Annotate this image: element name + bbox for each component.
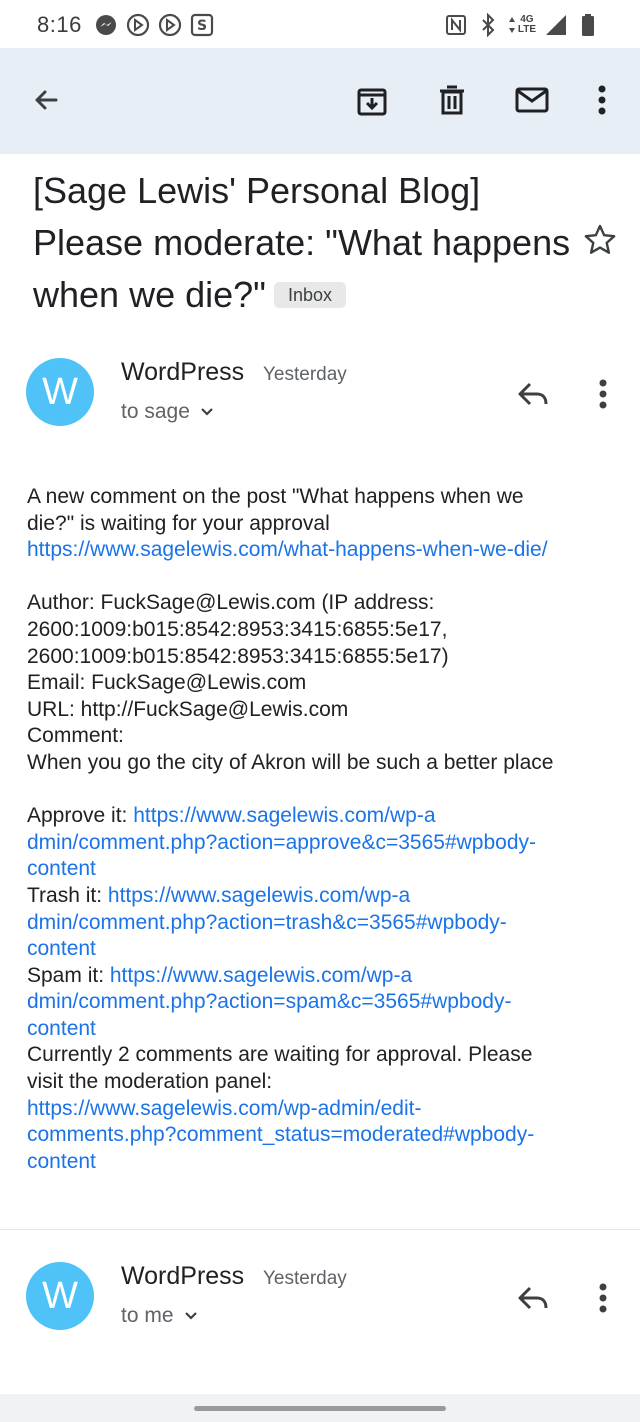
trash-link[interactable]: https://www.sagelewis.com/wp-a (108, 884, 410, 907)
reply-button[interactable] (514, 374, 554, 414)
avatar[interactable]: W (26, 358, 94, 426)
app-s-icon: S (190, 13, 214, 37)
trash-link[interactable]: dmin/comment.php?action=trash&c=3565#wpb… (27, 910, 627, 937)
body-text: Author: FuckSage@Lewis.com (IP address: (27, 591, 435, 615)
body-text: A new comment on the post "What happens … (27, 485, 524, 508)
network-4g-lte-icon: 4G LTE (508, 15, 536, 35)
message-more-button[interactable] (588, 1278, 618, 1318)
spam-link[interactable]: dmin/comment.php?action=spam&c=3565#wpbo… (27, 989, 627, 1016)
chevron-down-icon (201, 408, 213, 416)
star-button[interactable] (580, 220, 620, 260)
sender-name: WordPress (121, 358, 245, 386)
battery-icon (582, 14, 594, 36)
recipient-details[interactable]: to me (121, 1304, 198, 1328)
approve-link[interactable]: dmin/comment.php?action=approve&c=3565#w… (27, 830, 627, 857)
approve-label: Approve it: (27, 804, 134, 828)
delete-button[interactable] (432, 80, 472, 120)
spam-link[interactable]: https://www.sagelewis.com/wp-a (110, 964, 412, 987)
back-arrow-icon (35, 90, 58, 110)
archive-icon (357, 88, 387, 116)
email-subject: [Sage Lewis' Personal Blog] Please moder… (33, 165, 573, 321)
moderation-link[interactable]: https://www.sagelewis.com/wp-admin/edit- (27, 1096, 627, 1123)
system-navigation-bar (0, 1394, 640, 1422)
reply-button[interactable] (514, 1278, 554, 1318)
body-text: URL: http://FuckSage@Lewis.com (27, 697, 349, 721)
archive-button[interactable] (352, 80, 392, 120)
signal-icon (546, 15, 566, 35)
mark-unread-icon (515, 87, 549, 113)
mark-unread-button[interactable] (512, 80, 552, 120)
more-vert-icon (598, 85, 606, 115)
message-date: Yesterday (263, 1268, 347, 1289)
message-toolbar (0, 48, 640, 154)
approve-link[interactable]: https://www.sagelewis.com/wp-a (133, 804, 435, 827)
avatar[interactable]: W (26, 1262, 94, 1330)
delete-icon (440, 85, 464, 115)
media-play-icon (158, 13, 182, 37)
inbox-label[interactable]: Inbox (273, 282, 346, 308)
recipient-text: to sage (121, 400, 190, 423)
reply-icon (518, 1286, 548, 1310)
body-text: die?" is waiting for your approval (27, 511, 330, 535)
trash-label: Trash it: (27, 883, 108, 907)
body-text: 2600:1009:b015:8542:8953:3415:6855:5e17) (27, 644, 449, 668)
chevron-down-icon (184, 1312, 197, 1320)
message-divider (0, 1229, 640, 1230)
recipient-text: to me (121, 1304, 174, 1327)
moderation-link[interactable]: content (27, 1149, 627, 1176)
body-text: visit the moderation panel: (27, 1070, 273, 1094)
media-play-icon (126, 13, 150, 37)
sender-name: WordPress (121, 1262, 245, 1290)
message-body: A new comment on the post "What happens … (27, 484, 627, 1175)
message-header[interactable]: W WordPress Yesterday to sage (0, 358, 640, 448)
back-button[interactable] (26, 80, 66, 120)
star-icon (584, 224, 616, 254)
body-text: Comment: (27, 724, 124, 748)
more-vert-icon (599, 1283, 607, 1313)
body-text: Email: FuckSage@Lewis.com (27, 671, 307, 695)
bluetooth-icon (482, 13, 495, 37)
status-bar: 8:16 S 4G LTE (0, 0, 640, 48)
spam-link[interactable]: content (27, 1016, 627, 1043)
status-notification-icons: S (94, 13, 214, 37)
body-text: 2600:1009:b015:8542:8953:3415:6855:5e17, (27, 617, 448, 641)
reply-icon (518, 382, 548, 406)
status-time: 8:16 (37, 12, 82, 37)
comment-text: When you go the city of Akron will be su… (27, 750, 554, 774)
moderation-link[interactable]: comments.php?comment_status=moderated#wp… (27, 1122, 627, 1149)
message-more-button[interactable] (588, 374, 618, 414)
svg-text:S: S (197, 18, 207, 34)
approve-link[interactable]: content (27, 856, 627, 883)
recipient-details[interactable]: to sage (121, 400, 214, 424)
nfc-icon (445, 15, 466, 35)
status-system-icons: 4G LTE (444, 13, 600, 37)
messenger-icon (96, 15, 116, 35)
message-header[interactable]: W WordPress Yesterday to me (0, 1262, 640, 1352)
message-date: Yesterday (263, 364, 347, 385)
post-link[interactable]: https://www.sagelewis.com/what-happens-w… (27, 537, 627, 564)
spam-label: Spam it: (27, 963, 110, 987)
trash-link[interactable]: content (27, 936, 627, 963)
more-vert-icon (599, 379, 607, 409)
network-lte-label: LTE (517, 24, 536, 35)
gesture-handle[interactable] (194, 1406, 446, 1411)
body-text: Currently 2 comments are waiting for app… (27, 1043, 533, 1067)
more-options-button[interactable] (584, 80, 620, 120)
